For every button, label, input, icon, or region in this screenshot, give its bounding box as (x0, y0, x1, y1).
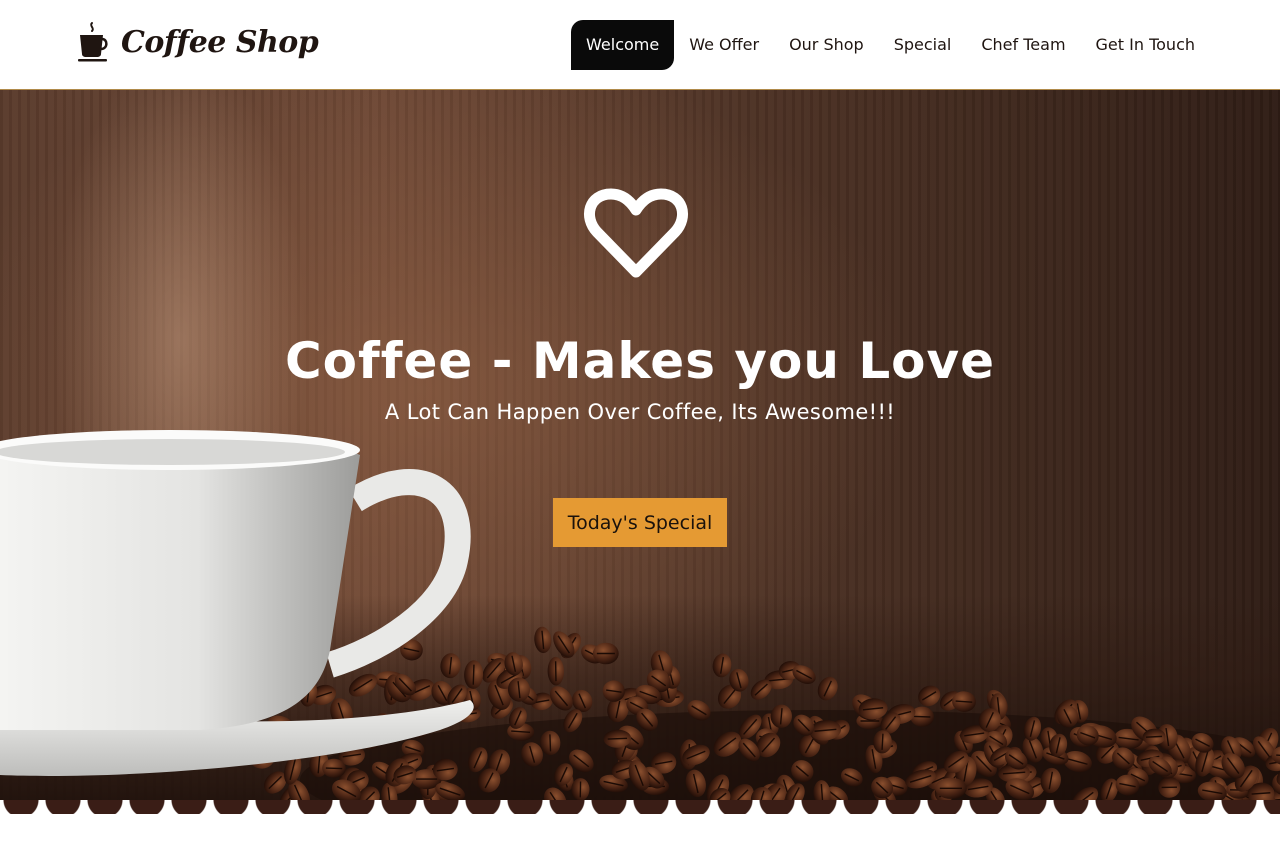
nav-item-special[interactable]: Special (879, 20, 967, 70)
nav-item-we-offer[interactable]: We Offer (674, 20, 774, 70)
page-content-area (0, 814, 1280, 860)
brand-logo[interactable]: Coffee Shop (76, 20, 319, 64)
nav-item-chef-team[interactable]: Chef Team (966, 20, 1080, 70)
site-header: Coffee Shop Welcome We Offer Our Shop Sp… (0, 0, 1280, 90)
nav-item-welcome[interactable]: Welcome (571, 20, 675, 70)
nav-item-our-shop[interactable]: Our Shop (774, 20, 879, 70)
hero-subtitle: A Lot Can Happen Over Coffee, Its Awesom… (384, 400, 896, 424)
scallop-divider (0, 800, 1280, 814)
coffee-cup-icon (78, 22, 108, 62)
heart-outline-icon (584, 188, 688, 278)
hero-banner: Coffee - Makes you Love A Lot Can Happen… (0, 90, 1280, 800)
nav-item-get-in-touch[interactable]: Get In Touch (1081, 20, 1210, 70)
todays-special-button[interactable]: Today's Special (553, 498, 727, 547)
hero-title: Coffee - Makes you Love (284, 332, 996, 390)
brand-name: Coffee Shop (121, 24, 319, 60)
main-nav: Welcome We Offer Our Shop Special Chef T… (571, 20, 1210, 70)
